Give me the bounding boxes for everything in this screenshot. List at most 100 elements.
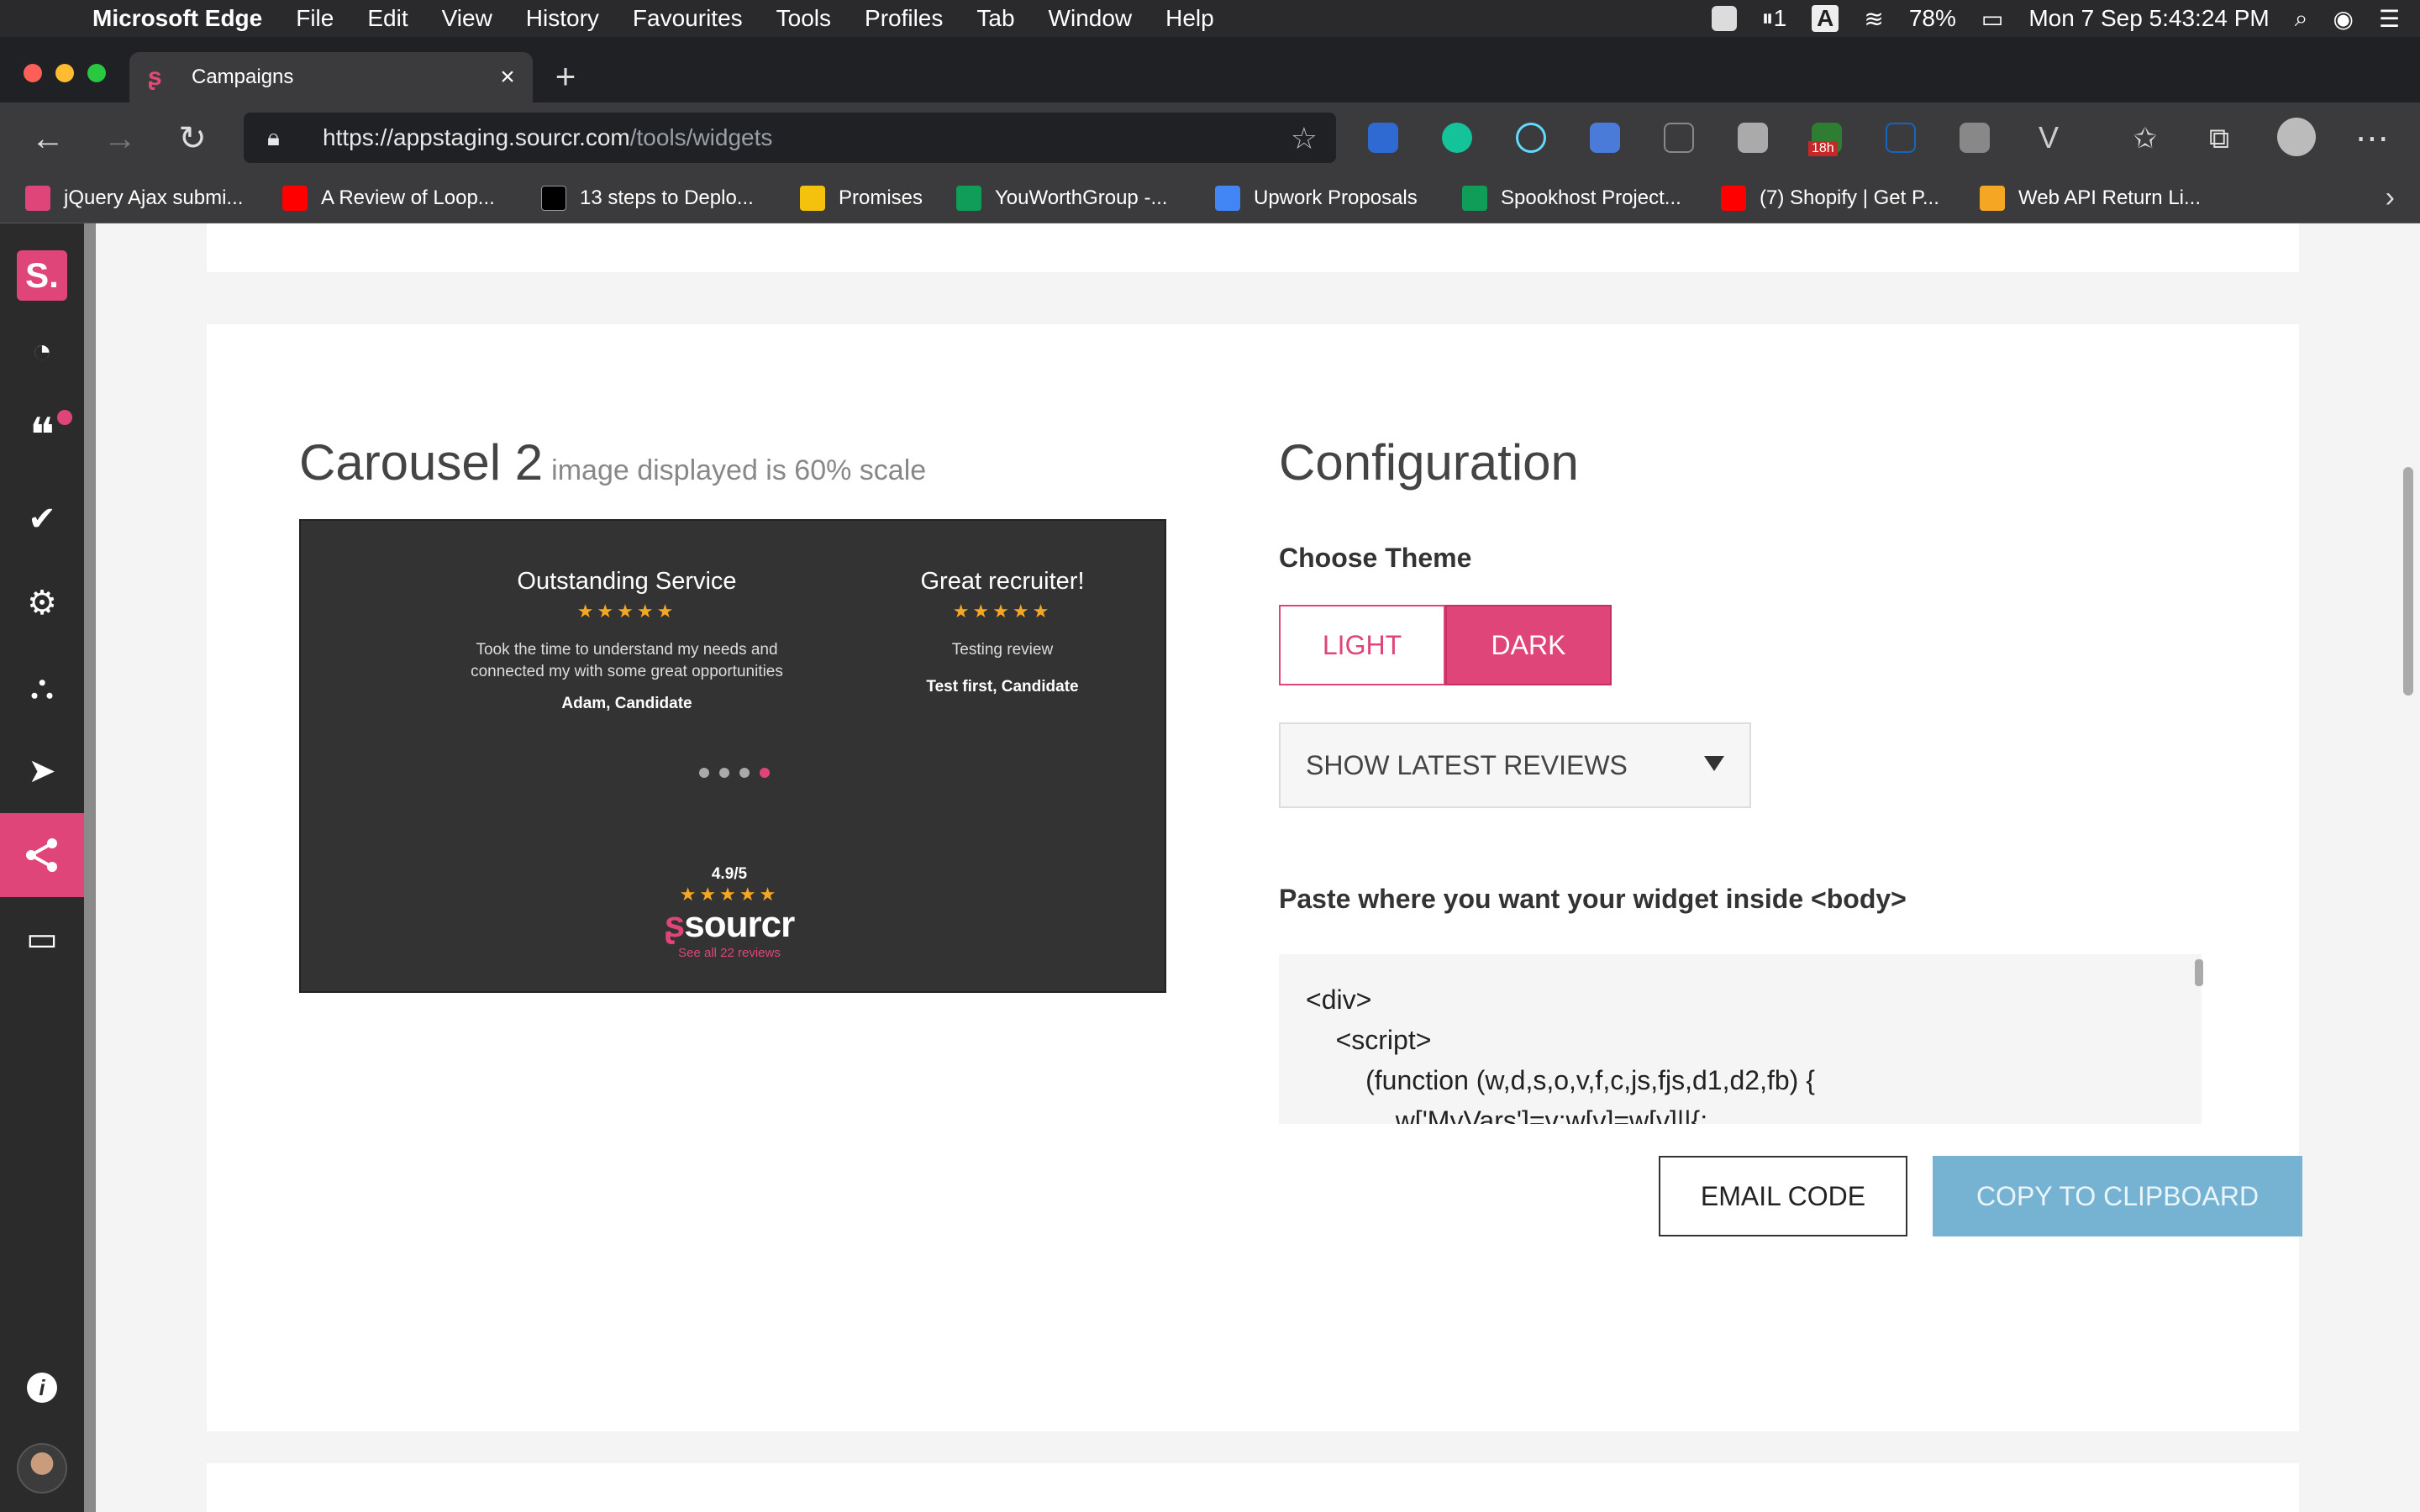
quote-icon: ❝: [29, 408, 55, 461]
sidebar-item-info[interactable]: i: [0, 1346, 84, 1430]
menu-favourites[interactable]: Favourites: [633, 5, 743, 32]
sidebar-item-send[interactable]: ➤: [0, 729, 84, 813]
pause-status-icon[interactable]: ⏸1: [1762, 5, 1787, 33]
forward-icon[interactable]: →: [99, 118, 141, 160]
profile-avatar-icon[interactable]: [2277, 118, 2316, 156]
bookmarks-bar: jQuery Ajax submi... A Review of Loop...…: [0, 173, 2420, 223]
sidebar-item-reviews[interactable]: ❝: [0, 393, 84, 477]
menu-tab[interactable]: Tab: [976, 5, 1014, 32]
window-close-icon[interactable]: [24, 64, 42, 82]
sidebar-item-dashboard[interactable]: ◔: [0, 309, 84, 393]
extension-1-icon[interactable]: [1368, 123, 1398, 153]
rating-score: 4.9/5: [711, 865, 748, 883]
grammarly-icon[interactable]: [1442, 123, 1472, 153]
docs-icon: [1215, 186, 1240, 211]
bookmark-item[interactable]: YouWorthGroup -...: [956, 183, 1167, 213]
theme-toggle: LIGHT DARK: [1279, 605, 1612, 685]
more-menu-icon[interactable]: ⋯: [2351, 118, 2393, 160]
menu-app-name[interactable]: Microsoft Edge: [92, 5, 262, 32]
bookmark-item[interactable]: Promises: [800, 183, 923, 213]
input-source-icon[interactable]: A: [1812, 5, 1839, 32]
page-scrollbar[interactable]: [2403, 467, 2413, 696]
theme-light-button[interactable]: LIGHT: [1279, 605, 1445, 685]
siri-icon[interactable]: ◉: [2333, 5, 2353, 33]
sidebar-scrollbar[interactable]: [84, 223, 96, 1512]
pen-icon[interactable]: [1664, 123, 1694, 153]
favourites-icon[interactable]: ✩: [2124, 118, 2166, 160]
menu-window[interactable]: Window: [1049, 5, 1133, 32]
wifi-icon[interactable]: ≋: [1864, 5, 1883, 33]
lock-icon[interactable]: 🔒︎: [267, 124, 297, 152]
review-body-line: Testing review: [951, 641, 1054, 659]
new-tab-button[interactable]: +: [544, 55, 587, 97]
menu-tools[interactable]: Tools: [776, 5, 831, 32]
bookmark-label: (7) Shopify | Get P...: [1760, 186, 1939, 209]
reload-icon[interactable]: ↻: [171, 118, 213, 160]
battery-icon[interactable]: ▭: [1981, 5, 2003, 33]
theme-dark-button[interactable]: DARK: [1445, 605, 1612, 685]
user-avatar[interactable]: [0, 1426, 84, 1510]
carousel-dot-active[interactable]: [760, 768, 770, 778]
url-text[interactable]: https://appstaging.sourcr.com/tools/widg…: [323, 124, 772, 151]
bookmarks-overflow-icon[interactable]: ›: [2386, 181, 2395, 214]
menu-file[interactable]: File: [296, 5, 334, 32]
clock[interactable]: Mon 7 Sep 5:43:24 PM: [2028, 5, 2269, 32]
collections-icon[interactable]: ⧉: [2198, 118, 2240, 160]
bookmark-item[interactable]: (7) Shopify | Get P...: [1721, 183, 1939, 213]
vue-devtools-icon[interactable]: V: [2033, 123, 2064, 153]
code-scrollbar[interactable]: [2195, 959, 2203, 986]
facebook-icon[interactable]: [1960, 123, 1990, 153]
camera-icon[interactable]: [1738, 123, 1768, 153]
address-bar[interactable]: 🔒︎ https://appstaging.sourcr.com/tools/w…: [244, 113, 1336, 163]
menu-view[interactable]: View: [442, 5, 492, 32]
sourcr-logo[interactable]: S.: [0, 234, 84, 318]
bookmark-item[interactable]: Upwork Proposals: [1215, 183, 1418, 213]
carousel-dot[interactable]: [739, 768, 750, 778]
sourcr-brand-logo: ʂsourcr: [645, 904, 813, 946]
menu-help[interactable]: Help: [1165, 5, 1214, 32]
see-all-reviews-link: See all 22 reviews: [678, 946, 781, 960]
window-minimize-icon[interactable]: [55, 64, 74, 82]
tab-campaigns[interactable]: ʂ Campaigns ×: [129, 52, 533, 102]
embed-code-textarea[interactable]: <div> <script> (function (w,d,s,o,v,f,c,…: [1279, 954, 2202, 1124]
carousel-dot[interactable]: [699, 768, 709, 778]
menu-history[interactable]: History: [526, 5, 599, 32]
bookmark-favicon-icon: [1980, 186, 2005, 211]
menu-edit[interactable]: Edit: [367, 5, 408, 32]
carousel-dot[interactable]: [719, 768, 729, 778]
sidebar-item-billing[interactable]: ▭: [0, 897, 84, 981]
menu-profiles[interactable]: Profiles: [865, 5, 943, 32]
back-icon[interactable]: ←: [27, 118, 69, 160]
review-stars: ★★★★★: [952, 601, 1053, 622]
notification-center-icon[interactable]: ☰: [2379, 5, 2400, 33]
logo-mark: S.: [17, 250, 67, 301]
translate-icon[interactable]: [1590, 123, 1620, 153]
macos-menu-bar: Microsoft Edge File Edit View History Fa…: [0, 0, 2420, 37]
bookmark-item[interactable]: Spookhost Project...: [1462, 183, 1681, 213]
sidebar-item-tasks[interactable]: ✔: [0, 477, 84, 561]
sidebar-item-team[interactable]: ⛬: [0, 645, 84, 729]
notification-badge: [57, 410, 72, 425]
timer-extension-icon[interactable]: 18h: [1808, 123, 1842, 156]
review-filter-select[interactable]: SHOW LATEST REVIEWS: [1279, 722, 1751, 808]
brand-wordmark: sourcr: [684, 904, 795, 945]
bookmark-item[interactable]: A Review of Loop...: [282, 183, 495, 213]
bookmark-item[interactable]: Web API Return Li...: [1980, 183, 2201, 213]
favourite-star-icon[interactable]: ☆: [1291, 121, 1318, 156]
bookmark-item[interactable]: 13 steps to Deplo...: [541, 183, 754, 213]
spotlight-search-icon[interactable]: ⌕: [2295, 5, 2308, 33]
tab-close-icon[interactable]: ×: [491, 63, 524, 92]
bookmark-label: 13 steps to Deplo...: [580, 186, 754, 209]
url-path: /tools/widgets: [629, 124, 773, 150]
copy-to-clipboard-button[interactable]: COPY TO CLIPBOARD: [1933, 1156, 2302, 1236]
sidebar-item-share[interactable]: [0, 813, 84, 897]
window-zoom-icon[interactable]: [87, 64, 106, 82]
email-code-button[interactable]: EMAIL CODE: [1659, 1156, 1907, 1236]
youtube-icon: [1721, 186, 1746, 211]
sidebar-item-settings[interactable]: ⚙: [0, 561, 84, 645]
json-icon[interactable]: [1886, 123, 1916, 153]
upwork-status-icon[interactable]: [1711, 6, 1737, 31]
bookmark-item[interactable]: jQuery Ajax submi...: [25, 183, 243, 213]
react-devtools-icon[interactable]: [1516, 123, 1546, 153]
app-sidebar: S. ◔ ❝ ✔ ⚙ ⛬ ➤ ▭ i: [0, 223, 84, 1512]
